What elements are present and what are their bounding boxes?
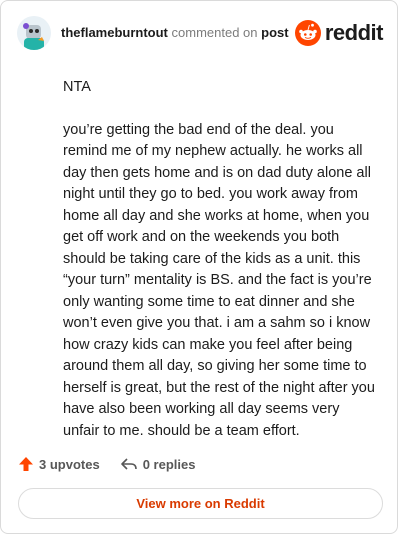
reply-count: 0 replies bbox=[142, 456, 196, 472]
reddit-wordmark: reddit bbox=[324, 20, 384, 45]
reddit-logo[interactable]: reddit bbox=[294, 20, 384, 46]
comment-body: NTA you’re getting the bad end of the de… bbox=[63, 77, 379, 463]
upvote-button[interactable]: 3 upvotes bbox=[18, 456, 100, 472]
comment-paragraph: NTA bbox=[63, 79, 91, 95]
user-avatar[interactable] bbox=[17, 16, 51, 50]
comment-meta: theflameburntout commented on post bbox=[61, 25, 295, 41]
reply-arrow-icon bbox=[120, 458, 137, 470]
post-link[interactable]: post bbox=[261, 25, 288, 40]
upvote-count: 3 upvotes bbox=[39, 456, 100, 472]
comment-paragraph: you’re getting the bad end of the deal. … bbox=[63, 121, 375, 439]
action-text: commented on bbox=[171, 25, 258, 40]
reddit-logo-icon bbox=[294, 20, 321, 46]
comment-footer: 3 upvotes 0 replies bbox=[18, 453, 195, 475]
username-link[interactable]: theflameburntout bbox=[61, 25, 168, 40]
view-more-button[interactable]: View more on Reddit bbox=[18, 488, 383, 519]
embedded-comment-card: theflameburntout commented on post reddi… bbox=[0, 0, 398, 534]
upvote-arrow-icon bbox=[19, 457, 33, 471]
reply-button[interactable]: 0 replies bbox=[120, 456, 196, 472]
comment-header: theflameburntout commented on post reddi… bbox=[17, 16, 384, 50]
